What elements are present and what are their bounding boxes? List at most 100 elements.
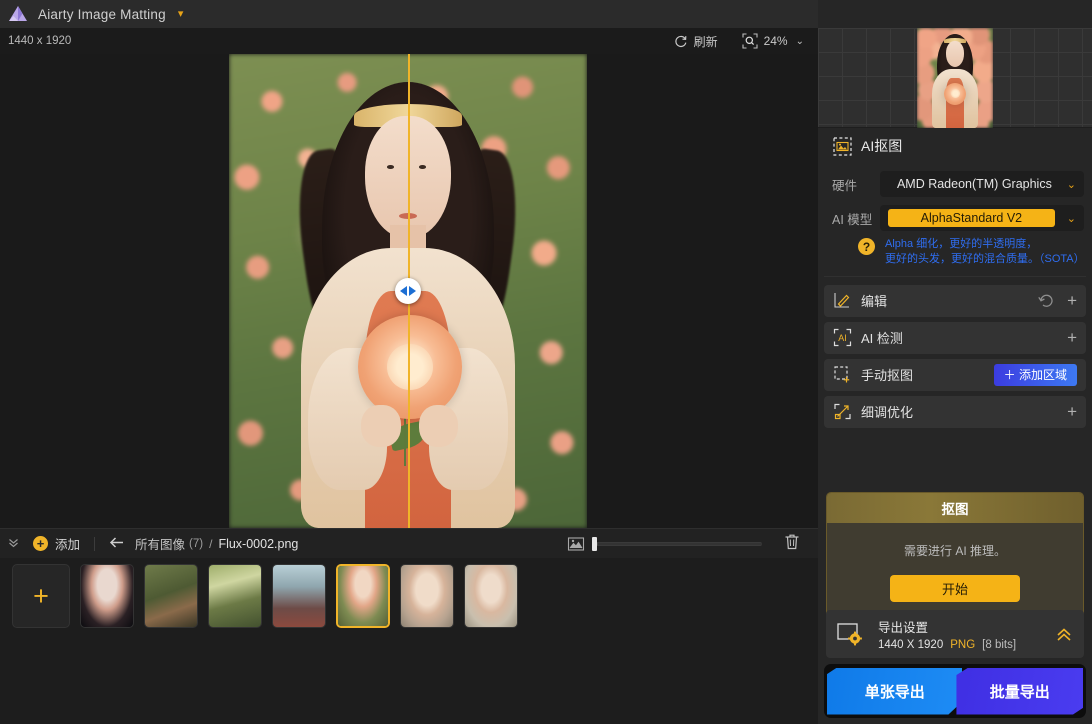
matting-card-body: 需要进行 AI 推理。 开始 [827,523,1083,621]
slider-knob[interactable] [592,537,597,551]
hardware-select[interactable]: AMD Radeon(TM) Graphics ⌄ [880,171,1084,197]
refresh-button[interactable]: 刷新 [674,33,718,50]
zoom-level-label: 24% [764,34,788,48]
thumbnail-forest-woman[interactable] [272,564,326,628]
image-size-icon [567,536,585,552]
ai-detect-icon: AI [833,328,852,347]
section-ai-detect-add-button[interactable]: + [1067,329,1077,346]
slider-track [598,543,762,545]
model-label: AI 模型 [832,209,880,228]
ai-matting-header: AI抠图 [824,129,1086,163]
app-title: Aiarty Image Matting [38,7,166,22]
app-menu-caret-icon[interactable]: ▾ [178,9,184,20]
hardware-row: 硬件 AMD Radeon(TM) Graphics ⌄ [832,171,1084,197]
model-hint-line1: Alpha 细化，更好的半透明度， [885,237,1084,252]
refresh-icon [674,34,688,48]
thumbnail-image [401,565,453,627]
plus-circle-icon: + [33,536,48,551]
ai-matting-icon [833,137,852,156]
help-icon[interactable]: ? [858,238,875,255]
filmstrip: + [0,558,818,724]
thumbnail-portrait-roses[interactable] [464,564,518,628]
hardware-value: AMD Radeon(TM) Graphics [888,177,1061,191]
undo-icon[interactable] [1038,294,1055,308]
chevron-double-down-icon[interactable] [7,536,20,552]
model-hint-text: Alpha 细化，更好的半透明度， 更好的头发，更好的混合质量。（SOTA） [885,237,1084,267]
edit-pencil-icon [833,291,852,310]
filmstrip-toolbar: + 添加 所有图像 (7) / Flux-0002.png [0,528,818,558]
start-button[interactable]: 开始 [890,575,1020,602]
matting-action-card: 抠图 需要进行 AI 推理。 开始 [826,492,1084,622]
zoom-search-icon [742,33,758,49]
all-images-label[interactable]: 所有图像 [135,534,185,553]
eye-left [387,165,394,169]
model-hint-row: ? Alpha 细化，更好的半透明度， 更好的头发，更好的混合质量。（SOTA） [832,237,1084,267]
eye-right [419,165,426,169]
split-left-arrow [400,286,407,296]
breadcrumb-separator: / [209,537,212,551]
hardware-label: 硬件 [832,175,880,194]
section-refine-title: 细调优化 [861,402,913,421]
thumbnail-flux-0002[interactable] [336,564,390,628]
section-refine-add-button[interactable]: + [1067,403,1077,420]
thumbnail-jellyfish[interactable] [80,564,134,628]
zoom-control[interactable]: 24% [742,33,788,49]
thumbnail-image [209,565,261,627]
chevron-up-icon[interactable] [1054,625,1074,643]
image-canvas[interactable] [0,54,818,528]
section-refine[interactable]: 细调优化 + [824,396,1086,428]
section-ai-detect[interactable]: AI AI 检测 + [824,322,1086,354]
hand-left [361,405,400,448]
section-manual-matting[interactable]: 手动抠图 ＋ 添加区域 [824,359,1086,391]
add-thumbnail-button[interactable]: + [12,564,70,628]
add-images-label: 添加 [55,534,80,553]
export-format: PNG [950,639,975,651]
add-region-button[interactable]: ＋ 添加区域 [994,364,1077,386]
single-export-button[interactable]: 单张导出 [827,668,962,715]
export-settings-title: 导出设置 [878,617,1016,636]
trash-icon[interactable] [784,533,800,555]
export-bits: [8 bits] [982,639,1016,651]
section-edit-add-button[interactable]: + [1067,292,1077,309]
preview-flower [944,83,966,105]
thumbnail-branches[interactable] [144,564,198,628]
model-hint-line2: 更好的头发，更好的混合质量。（SOTA） [885,252,1084,267]
thumbnail-size-slider[interactable] [592,542,762,546]
batch-export-button[interactable]: 批量导出 [956,668,1083,715]
section-manual-matting-title: 手动抠图 [861,365,913,384]
section-edit[interactable]: 编辑 + [824,285,1086,317]
split-compare-handle-icon[interactable] [395,278,421,304]
thumbnail-bicycle[interactable] [208,564,262,628]
thumbnail-image [145,565,197,627]
model-select[interactable]: AlphaStandard V2 ⌄ [880,205,1084,231]
export-settings-texts: 导出设置 1440 X 1920 PNG [8 bits] [878,617,1016,651]
matting-card-note: 需要进行 AI 推理。 [904,542,1006,559]
export-settings-card[interactable]: 导出设置 1440 X 1920 PNG [8 bits] [826,610,1084,658]
matting-card-header: 抠图 [827,493,1083,523]
preview-image [229,54,587,528]
section-edit-title: 编辑 [861,291,887,310]
current-file-name: Flux-0002.png [218,537,298,551]
image-count: (7) [189,538,203,550]
chevron-down-icon: ⌄ [1067,178,1076,191]
chevron-down-icon: ⌄ [1067,212,1076,225]
panel-body: AI抠图 硬件 AMD Radeon(TM) Graphics ⌄ AI 模型 … [818,129,1092,724]
add-images-button[interactable]: + 添加 [33,534,80,553]
section-ai-detect-title: AI 检测 [861,328,903,347]
result-preview-panel[interactable] [818,28,1092,128]
arrow-left-icon[interactable] [109,536,125,552]
hand-right [419,405,458,448]
thumbnail-image [81,565,133,627]
thumbnail-image [273,565,325,627]
toolbar-divider [94,537,95,551]
export-settings-sub: 1440 X 1920 PNG [8 bits] [878,639,1016,651]
image-dimensions-label: 1440 x 1920 [8,35,71,47]
ai-matting-title: AI抠图 [861,136,902,156]
refine-optimize-icon [833,402,852,421]
right-panel: AI抠图 硬件 AMD Radeon(TM) Graphics ⌄ AI 模型 … [818,0,1092,724]
refresh-label: 刷新 [694,33,718,50]
thumbnail-roses-woman[interactable] [400,564,454,628]
model-row: AI 模型 AlphaStandard V2 ⌄ [832,205,1084,231]
zoom-caret-icon[interactable]: ⌄ [796,36,804,47]
svg-text:AI: AI [838,333,847,343]
